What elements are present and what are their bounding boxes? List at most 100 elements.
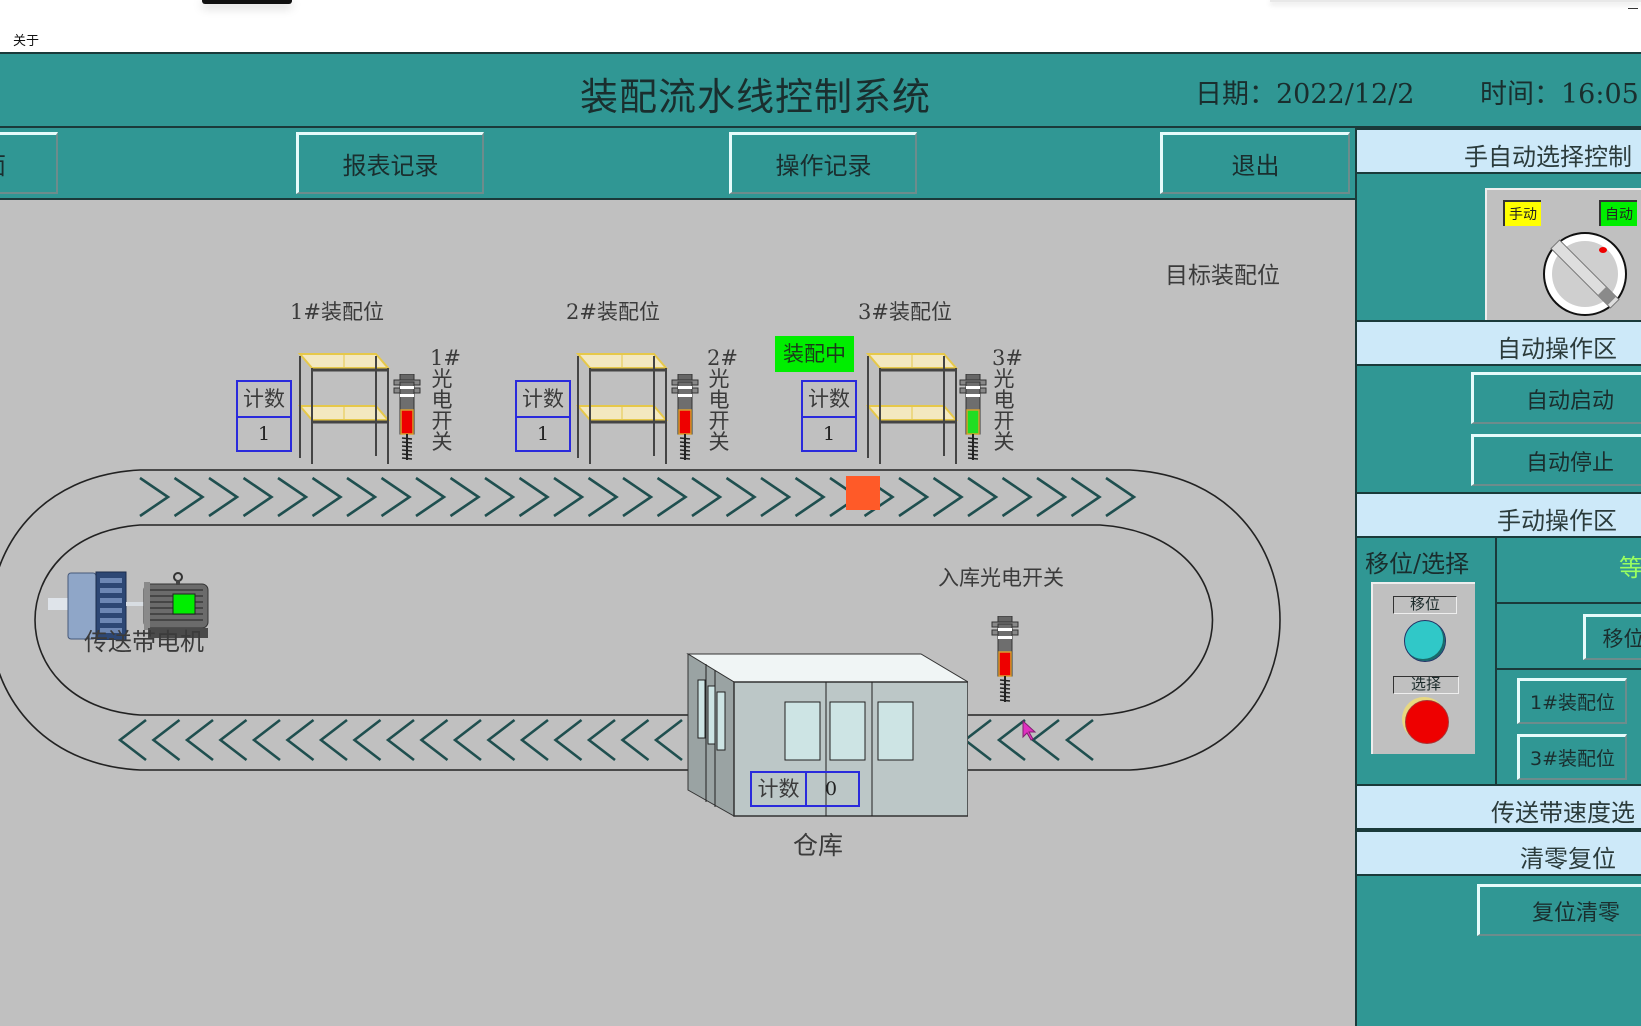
shift-button[interactable]: 移位 <box>1583 614 1641 660</box>
sensor-indicator <box>678 409 692 435</box>
forward-arrow-icon <box>932 476 964 518</box>
return-arrow-icon <box>519 718 549 762</box>
forward-arrow-icon <box>794 476 826 518</box>
sensor-label-char: 1# <box>430 346 461 370</box>
forward-arrow-icon <box>656 476 688 518</box>
nav-button-home[interactable]: 面 <box>0 132 58 194</box>
menu-item-about[interactable]: 关于 <box>13 30 39 49</box>
auto-mode-tag: 自动 <box>1599 200 1637 226</box>
forward-arrow-icon <box>380 476 412 518</box>
forward-arrow-icon <box>415 476 447 518</box>
forward-arrow-icon <box>622 476 654 518</box>
station-2-photoelectric-sensor-icon <box>671 374 699 460</box>
return-arrow-icon <box>620 718 650 762</box>
sensor-label-char: 电 <box>708 388 730 412</box>
manual-status-cell: 等 <box>1497 538 1641 604</box>
reset-section-header: 清零复位 <box>1357 830 1641 876</box>
shift-button-label: 移位 <box>1602 626 1641 651</box>
sensor-indicator <box>400 409 414 435</box>
forward-arrow-icon <box>691 476 723 518</box>
manual-mode-tag: 手动 <box>1503 200 1541 226</box>
speed-section-title: 传送带速度选 <box>1491 799 1635 827</box>
return-arrow-icon <box>962 718 992 762</box>
select-tag: 选择 <box>1393 676 1459 694</box>
date-display: 日期：2022/12/2 <box>1195 79 1415 110</box>
shift-push-button[interactable] <box>1404 620 1446 662</box>
forward-arrow-icon <box>242 476 274 518</box>
inbound-photoelectric-sensor-icon <box>991 616 1019 702</box>
station-3-count: 1 <box>822 423 836 445</box>
sensor-label-char: 开 <box>708 409 730 433</box>
station-3-select-button[interactable]: 3#装配位 <box>1517 734 1627 780</box>
station-1-counter: 计数 1 <box>236 380 292 452</box>
forward-arrow-icon <box>1105 476 1137 518</box>
process-canvas: 目标装配位 1#装配位 计数 1 1# 光 电 开 关 2#装配位 计数 1 2… <box>0 200 1355 1026</box>
return-arrow-icon <box>184 718 214 762</box>
mode-section-title: 手自动选择控制 <box>1464 143 1632 171</box>
forward-arrow-icon <box>898 476 930 518</box>
mode-rotary-switch[interactable] <box>1541 230 1631 316</box>
forward-arrow-icon <box>139 476 171 518</box>
station-3-status-badge: 装配中 <box>775 336 854 372</box>
station-1-title: 1#装配位 <box>290 300 384 324</box>
station-2-title: 2#装配位 <box>566 300 660 324</box>
sensor-label-char: 3# <box>992 346 1023 370</box>
sensor-label-char: 光 <box>708 367 730 391</box>
auto-section-title: 自动操作区 <box>1497 335 1617 363</box>
return-arrow-icon <box>419 718 449 762</box>
nav-button-operation-records[interactable]: 操作记录 <box>729 132 917 194</box>
return-arrow-icon <box>1064 718 1094 762</box>
time-display: 时间：16:05 <box>1480 79 1639 110</box>
inbound-sensor-label: 入库光电开关 <box>938 566 1064 590</box>
station-1-count: 1 <box>257 423 271 445</box>
return-arrow-icon <box>318 718 348 762</box>
sensor-indicator <box>998 651 1012 677</box>
sensor-indicator <box>966 409 980 435</box>
shift-tag: 移位 <box>1393 596 1457 614</box>
forward-arrow-icon <box>725 476 757 518</box>
auto-section-header: 自动操作区 <box>1357 320 1641 366</box>
mouse-cursor-icon <box>1022 720 1037 741</box>
warehouse-label: 仓库 <box>793 831 844 860</box>
station-1-photoelectric-sensor-icon <box>393 374 421 460</box>
mode-section-header: 手自动选择控制 <box>1357 128 1641 174</box>
return-arrow-icon <box>285 718 315 762</box>
station-2-counter-label: 计数 <box>517 382 569 418</box>
overlay-window-thumbnail <box>202 0 292 4</box>
return-arrow-icon <box>218 718 248 762</box>
app-title: 装配流水线控制系统 <box>580 75 932 119</box>
return-arrow-icon <box>452 718 482 762</box>
reset-clear-button[interactable]: 复位清零 <box>1477 884 1641 936</box>
auto-stop-button[interactable]: 自动停止 <box>1471 434 1641 486</box>
divider <box>1497 668 1641 670</box>
station-3-counter-label: 计数 <box>803 382 855 418</box>
nav-button-exit[interactable]: 退出 <box>1160 132 1350 194</box>
sensor-label-char: 电 <box>993 388 1015 412</box>
sensor-label-char: 关 <box>431 430 453 454</box>
nav-bar: 面 报表记录 操作记录 退出 <box>0 128 1355 200</box>
nav-button-report-records[interactable]: 报表记录 <box>296 132 484 194</box>
target-station-label: 目标装配位 <box>1165 263 1280 289</box>
return-arrow-icon <box>586 718 616 762</box>
warehouse-count: 0 <box>825 778 838 800</box>
forward-arrow-icon <box>553 476 585 518</box>
forward-arrow-icon <box>1036 476 1068 518</box>
sensor-label-char: 光 <box>431 367 453 391</box>
station-3-photoelectric-sensor-icon <box>959 374 987 460</box>
forward-arrow-icon <box>587 476 619 518</box>
return-arrow-icon <box>151 718 181 762</box>
station-2-rack-icon <box>575 353 669 464</box>
select-push-button[interactable] <box>1405 700 1449 744</box>
auto-start-button[interactable]: 自动启动 <box>1471 372 1641 424</box>
forward-arrow-icon <box>1070 476 1102 518</box>
forward-arrow-icon <box>760 476 792 518</box>
forward-arrow-icon <box>1001 476 1033 518</box>
station-1-select-button[interactable]: 1#装配位 <box>1517 678 1627 724</box>
return-arrow-icon <box>486 718 516 762</box>
speed-section-header: 传送带速度选 <box>1357 784 1641 830</box>
forward-arrow-icon <box>449 476 481 518</box>
forward-arrow-icon <box>173 476 205 518</box>
minimize-icon[interactable] <box>1628 8 1638 9</box>
forward-arrow-icon <box>484 476 516 518</box>
reset-section-title: 清零复位 <box>1520 845 1616 873</box>
